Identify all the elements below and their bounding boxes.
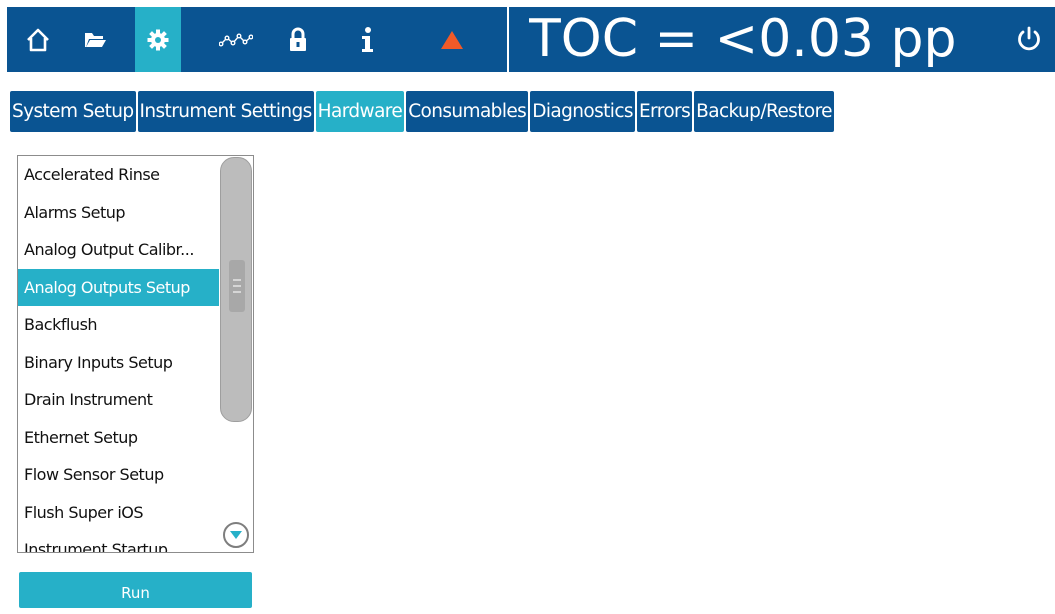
list-item[interactable]: Analog Output Calibr... [18,231,220,269]
trend-icon[interactable] [213,7,259,72]
toc-readout: TOC = <0.03 pp [529,9,957,69]
tab-backup-restore[interactable]: Backup/Restore [694,91,834,132]
info-icon[interactable] [344,7,390,72]
chevron-down-icon [230,531,242,539]
list-item[interactable]: Flush Super iOS [18,494,220,532]
header-divider [507,7,509,72]
list-item[interactable]: Ethernet Setup [18,419,220,457]
tab-system-setup[interactable]: System Setup [10,91,136,132]
lock-icon[interactable] [275,7,321,72]
list-item[interactable]: Instrument Startup [18,531,220,552]
hardware-function-list: Accelerated Rinse Alarms Setup Analog Ou… [17,155,254,553]
scroll-down-button[interactable] [223,522,249,548]
folder-icon[interactable] [72,7,118,72]
tab-instrument-settings[interactable]: Instrument Settings [137,91,314,132]
list-item-selected[interactable]: Analog Outputs Setup [18,268,220,306]
scroll-thumb[interactable] [220,157,252,422]
gear-icon[interactable] [135,7,181,72]
tab-hardware[interactable]: Hardware [315,91,405,132]
list-items: Accelerated Rinse Alarms Setup Analog Ou… [18,156,220,552]
list-item[interactable]: Flow Sensor Setup [18,456,220,494]
power-icon[interactable] [1015,25,1043,57]
list-item[interactable]: Accelerated Rinse [18,156,220,194]
home-icon[interactable] [15,7,61,72]
tab-consumables[interactable]: Consumables [406,91,529,132]
alarm-triangle-icon[interactable] [429,7,475,72]
list-item[interactable]: Drain Instrument [18,381,220,419]
tab-diagnostics[interactable]: Diagnostics [530,91,635,132]
list-item[interactable]: Alarms Setup [18,194,220,232]
list-item[interactable]: Binary Inputs Setup [18,344,220,382]
list-item[interactable]: Backflush [18,306,220,344]
scrollbar[interactable] [219,156,253,552]
top-toolbar: TOC = <0.03 pp [7,7,1055,72]
grip-icon [229,260,245,312]
tab-bar: System Setup Instrument Settings Hardwar… [10,91,836,132]
tab-errors[interactable]: Errors [636,91,693,132]
run-button[interactable]: Run [19,572,252,608]
